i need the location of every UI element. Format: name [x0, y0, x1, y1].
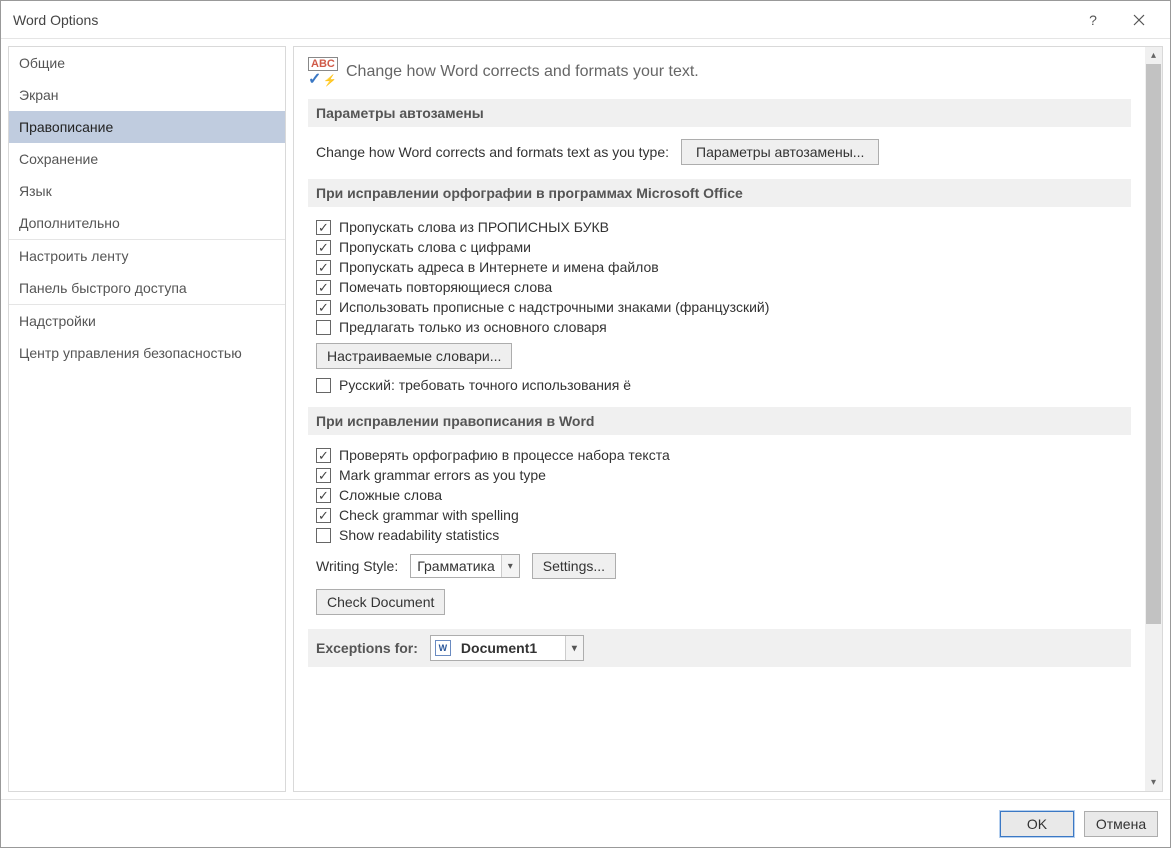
close-button[interactable] [1116, 4, 1162, 36]
exceptions-label: Exceptions for: [316, 640, 418, 656]
sidebar-item-trust-center[interactable]: Центр управления безопасностью [9, 337, 285, 369]
checkbox-mark-grammar[interactable] [316, 468, 331, 483]
section-office-spelling-head: При исправлении орфографии в программах … [308, 179, 1131, 207]
chevron-down-icon: ▾ [565, 636, 583, 660]
titlebar: Word Options ? [1, 1, 1170, 39]
checkbox-readability-stats[interactable] [316, 528, 331, 543]
checkbox-french-accent[interactable] [316, 300, 331, 315]
checkbox-russian-yo[interactable] [316, 378, 331, 393]
sidebar-item-display[interactable]: Экран [9, 79, 285, 111]
help-button[interactable]: ? [1070, 4, 1116, 36]
exceptions-document-value: Document1 [455, 640, 565, 656]
sidebar-item-save[interactable]: Сохранение [9, 143, 285, 175]
sidebar-item-quick-access[interactable]: Панель быстрого доступа [9, 272, 285, 304]
sidebar-item-proofing[interactable]: Правописание [9, 111, 285, 143]
chevron-down-icon: ▾ [501, 555, 519, 577]
autocorrect-desc: Change how Word corrects and formats tex… [316, 144, 669, 160]
main-panel: ABC✓⚡ Change how Word corrects and forma… [293, 46, 1163, 792]
vertical-scrollbar[interactable]: ▴ ▾ [1145, 47, 1162, 791]
scroll-thumb[interactable] [1146, 64, 1161, 624]
writing-style-select[interactable]: Грамматика ▾ [410, 554, 520, 578]
word-options-window: Word Options ? Общие Экран Правописание … [0, 0, 1171, 848]
label-check-spelling-typing: Проверять орфографию в процессе набора т… [339, 447, 670, 463]
label-compound-words: Сложные слова [339, 487, 442, 503]
scroll-up-arrow-icon[interactable]: ▴ [1145, 47, 1162, 64]
sidebar-item-addins[interactable]: Надстройки [9, 305, 285, 337]
page-header: ABC✓⚡ Change how Word corrects and forma… [308, 57, 1131, 87]
sidebar-item-customize-ribbon[interactable]: Настроить ленту [9, 240, 285, 272]
label-main-dictionary-only: Предлагать только из основного словаря [339, 319, 607, 335]
exceptions-document-select[interactable]: W Document1 ▾ [430, 635, 584, 661]
dialog-body: Общие Экран Правописание Сохранение Язык… [1, 39, 1170, 799]
check-document-button[interactable]: Check Document [316, 589, 445, 615]
label-french-accent: Использовать прописные с надстрочными зн… [339, 299, 769, 315]
cancel-button[interactable]: Отмена [1084, 811, 1158, 837]
label-russian-yo: Русский: требовать точного использования… [339, 377, 631, 393]
checkbox-grammar-with-spelling[interactable] [316, 508, 331, 523]
autocorrect-options-button[interactable]: Параметры автозамены... [681, 139, 879, 165]
label-flag-repeated: Помечать повторяющиеся слова [339, 279, 552, 295]
checkbox-ignore-urls[interactable] [316, 260, 331, 275]
scroll-down-arrow-icon[interactable]: ▾ [1145, 774, 1162, 791]
checkbox-check-spelling-typing[interactable] [316, 448, 331, 463]
checkbox-ignore-numbers[interactable] [316, 240, 331, 255]
page-header-text: Change how Word corrects and formats you… [346, 63, 699, 81]
sidebar-item-general[interactable]: Общие [9, 47, 285, 79]
autocorrect-row: Change how Word corrects and formats tex… [316, 139, 1131, 165]
sidebar-item-language[interactable]: Язык [9, 175, 285, 207]
label-readability-stats: Show readability statistics [339, 527, 499, 543]
sidebar-item-advanced[interactable]: Дополнительно [9, 207, 285, 239]
window-title: Word Options [13, 12, 1070, 28]
label-ignore-numbers: Пропускать слова с цифрами [339, 239, 531, 255]
writing-style-value: Грамматика [411, 558, 501, 574]
checkbox-ignore-uppercase[interactable] [316, 220, 331, 235]
word-document-icon: W [435, 640, 451, 656]
ok-button[interactable]: OK [1000, 811, 1074, 837]
label-grammar-with-spelling: Check grammar with spelling [339, 507, 519, 523]
label-ignore-uppercase: Пропускать слова из ПРОПИСНЫХ БУКВ [339, 219, 609, 235]
checkbox-main-dictionary-only[interactable] [316, 320, 331, 335]
main-content: ABC✓⚡ Change how Word corrects and forma… [294, 47, 1145, 791]
section-exceptions-head: Exceptions for: W Document1 ▾ [308, 629, 1131, 667]
sidebar: Общие Экран Правописание Сохранение Язык… [8, 46, 286, 792]
section-word-proofing-head: При исправлении правописания в Word [308, 407, 1131, 435]
writing-style-settings-button[interactable]: Settings... [532, 553, 616, 579]
abc-check-icon: ABC✓⚡ [308, 57, 338, 87]
writing-style-label: Writing Style: [316, 558, 398, 574]
label-ignore-urls: Пропускать адреса в Интернете и имена фа… [339, 259, 659, 275]
custom-dictionaries-button[interactable]: Настраиваемые словари... [316, 343, 512, 369]
label-mark-grammar: Mark grammar errors as you type [339, 467, 546, 483]
section-autocorrect-head: Параметры автозамены [308, 99, 1131, 127]
dialog-footer: OK Отмена [1, 799, 1170, 847]
checkbox-compound-words[interactable] [316, 488, 331, 503]
checkbox-flag-repeated[interactable] [316, 280, 331, 295]
